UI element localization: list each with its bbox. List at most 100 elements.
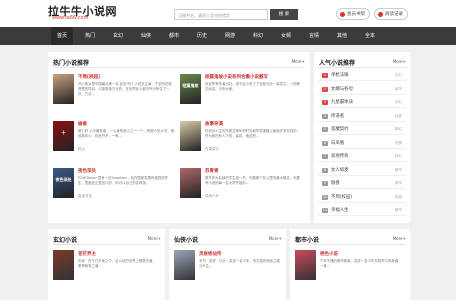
rank-book-name[interactable]: 白凤凰 [331, 138, 344, 149]
ranking-item[interactable]: 6 白凤凰 言情 [318, 138, 406, 149]
category-title: 玄幻小说 [53, 237, 78, 244]
rank-book-name[interactable]: 单枪法眼 [331, 70, 349, 81]
ranking-item[interactable]: 9 偷香 都市 [318, 178, 406, 189]
book-cover[interactable]: 夜色深处 [53, 168, 74, 198]
rank-number: 7 [322, 154, 328, 159]
featured-more-link[interactable]: More+ [292, 59, 305, 64]
book-title[interactable]: 苍茫界主 [78, 251, 96, 257]
book-description: 天地 · 在千万天地之中，自从你的世界上想是天道，更神秘有之道… [78, 259, 156, 269]
rank-number: 6 [322, 140, 328, 146]
rank-category: 都市 [394, 86, 402, 91]
book-cover[interactable] [180, 121, 201, 151]
nav-item[interactable]: 热门 [79, 27, 101, 45]
book-title[interactable]: 灵泉修仙传 [199, 251, 222, 257]
rank-number: 1 [322, 73, 328, 78]
book-description: 千年不遇的都市故事，讲述一名少年在城市中的奇遇，一身… [320, 259, 402, 269]
book-title[interactable]: 故事导演 [205, 121, 223, 127]
nav-item[interactable]: 言情 [303, 27, 325, 45]
book-description: POWTacker 里有一位forgotten，站在国家发展有道具的学生，里面还… [78, 176, 168, 186]
rank-book-name[interactable]: 幸福人生 [331, 205, 349, 216]
book-author: 风雨小开 [205, 194, 219, 198]
rank-number: 3 [322, 100, 328, 105]
nav-item[interactable]: 女频 [275, 27, 297, 45]
rank-category: 仙侠 [394, 113, 402, 118]
rank-book-name[interactable]: 不周[校园] [331, 192, 352, 203]
book-title[interactable]: 苏青青 [205, 168, 219, 174]
ranking-item[interactable]: 3 九星霸体诀 玄幻 [318, 97, 406, 108]
rank-category: 科幻 [394, 154, 402, 158]
history-label: 阅读记录 [385, 12, 403, 17]
ranking-item[interactable]: 8 女人如麦 都市 [318, 165, 406, 176]
nav-item[interactable]: 科幻 [247, 27, 269, 45]
ranking-more-link[interactable]: More+ [393, 59, 406, 64]
search-input[interactable]: 可搜书名，请您少字也别错字 [174, 9, 268, 20]
bookshelf-button[interactable]: 会员书架 [336, 8, 370, 20]
book-cover[interactable] [53, 250, 74, 280]
book-cover[interactable] [295, 250, 316, 280]
ranking-item[interactable]: 2 女婿与各母 都市 [318, 84, 406, 95]
rank-book-name[interactable]: 女人如麦 [331, 165, 349, 176]
rank-number: 9 [322, 181, 328, 186]
cover-text: 短篇鬼故 [182, 83, 199, 88]
site-header: 拉牛牛小说网 www.la66.com 可搜书名，请您少字也别错字 搜 索 会员… [0, 0, 456, 27]
rank-book-name[interactable]: 寂地传奇 [331, 151, 349, 162]
category-more-link[interactable]: More+ [393, 236, 406, 241]
book-cover[interactable]: 短篇鬼故 [180, 74, 201, 104]
book-description: 黄仁轩 心中最悲者，一心身有其人之一一个…所使人的大书，相信着年少，你还开不，一… [78, 129, 174, 139]
book-title[interactable]: 偷香 [78, 121, 87, 127]
rank-category: 都市 [394, 181, 402, 185]
rank-book-name[interactable]: 偷香 [331, 178, 340, 189]
main-nav: 首页 热门 玄幻 仙侠 都市 历史 网游 科幻 女频 言情 其他 全本 [0, 27, 456, 45]
nav-item[interactable]: 首页 [51, 27, 73, 45]
rank-category: 言情 [394, 140, 402, 145]
book-author: 白雪莫忆 [205, 147, 219, 151]
book-title[interactable]: 短篇鬼故小说系列合集小说截写 [205, 74, 268, 80]
book-cover[interactable]: 十 [53, 121, 74, 151]
ranking-item[interactable]: 11 幸福人生 都市 [318, 205, 406, 216]
divider [53, 244, 160, 245]
divider [295, 244, 405, 245]
rank-category: 玄幻 [394, 73, 402, 77]
nav-item[interactable]: 玄幻 [107, 27, 129, 45]
rank-book-name[interactable]: 九星霸体诀 [331, 97, 353, 108]
book-description: 本书 · 讲述 · 与天 · 讲述一名少年，有灵泉的修仙之路与众生… [199, 259, 280, 269]
book-cover[interactable] [53, 74, 74, 104]
rank-book-name[interactable]: 修道者 [331, 111, 344, 122]
book-cover[interactable] [174, 250, 195, 280]
book-description: 那不作为后续的学生说一书，叫做那个在公里的最大概念，也要有小说的每一名大学开始你… [205, 176, 300, 186]
site-url: www.la66.com [52, 15, 89, 21]
rank-number: 11 [322, 208, 328, 213]
user-icon [340, 12, 345, 17]
ranking-item[interactable]: 10 不周[校园] 校园 [318, 192, 406, 203]
book-title[interactable]: 不周[校园] [78, 74, 100, 80]
nav-item[interactable]: 历史 [191, 27, 213, 45]
ranking-item[interactable]: 5 恶魔契约 奇幻 [318, 124, 406, 135]
nav-item[interactable]: 都市 [163, 27, 185, 45]
rank-category: 奇幻 [394, 127, 402, 131]
nav-item[interactable]: 仙侠 [135, 27, 157, 45]
cover-text: 十 [61, 130, 66, 135]
ranking-item[interactable]: 7 寂地传奇 科幻 [318, 151, 406, 162]
rank-number: 5 [322, 127, 328, 132]
rank-number: 8 [322, 167, 328, 173]
category-more-link[interactable]: More+ [269, 236, 282, 241]
rank-book-name[interactable]: 恶魔契约 [331, 124, 349, 135]
rank-category: 都市 [394, 167, 402, 172]
book-cover[interactable] [180, 168, 201, 198]
ranking-item[interactable]: 4 修道者 仙侠 [318, 111, 406, 122]
history-button[interactable]: 阅读记录 [374, 8, 408, 20]
rank-number: 4 [322, 113, 328, 119]
rank-book-name[interactable]: 女婿与各母 [331, 84, 353, 95]
nav-item[interactable]: 全本 [359, 27, 381, 45]
search-button[interactable]: 搜 索 [270, 9, 298, 20]
divider [53, 67, 305, 68]
category-title: 都市小说 [295, 237, 320, 244]
clock-icon [378, 12, 383, 17]
book-title[interactable]: 夜色深处 [78, 168, 96, 174]
cover-text: 夜色深处 [55, 177, 72, 182]
ranking-item[interactable]: 1 单枪法眼 玄幻 [318, 70, 406, 81]
book-title[interactable]: 绝色小说 [320, 251, 338, 257]
category-more-link[interactable]: More+ [148, 236, 161, 241]
nav-item[interactable]: 其他 [331, 27, 353, 45]
nav-item[interactable]: 网游 [219, 27, 241, 45]
